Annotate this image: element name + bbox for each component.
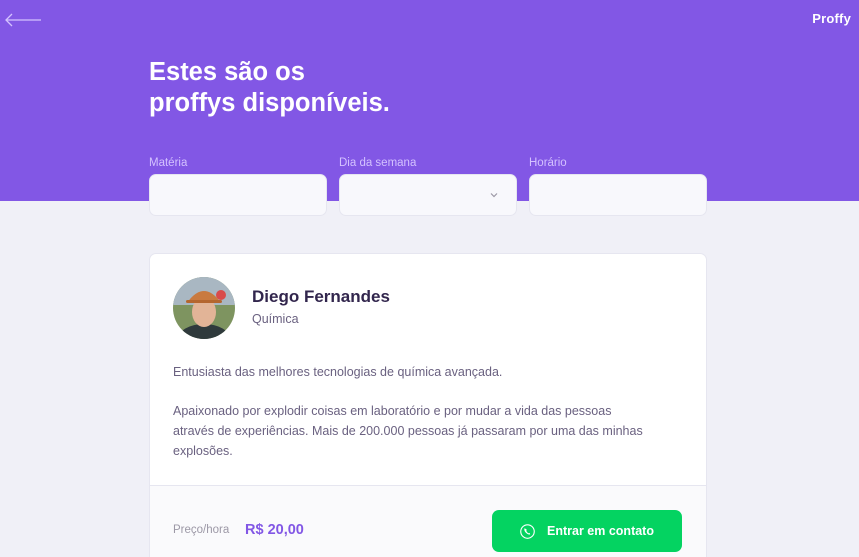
whatsapp-icon	[520, 523, 535, 539]
subject-filter: Matéria	[149, 157, 327, 216]
subject-input[interactable]	[149, 174, 327, 216]
price-value: R$ 20,00	[245, 522, 304, 538]
page-title: Estes são os proffys disponíveis.	[149, 57, 469, 119]
brand-logo: Proffy	[812, 11, 851, 26]
page-title-line-1: Estes são os	[149, 58, 305, 86]
contact-button-label: Entrar em contato	[547, 524, 654, 538]
weekday-filter-label: Dia da semana	[339, 157, 417, 169]
price-label: Preço/hora	[173, 524, 230, 536]
subject-filter-label: Matéria	[149, 157, 188, 169]
time-input[interactable]	[529, 174, 707, 216]
avatar	[173, 277, 235, 339]
time-filter-label: Horário	[529, 157, 567, 169]
teacher-name: Diego Fernandes	[252, 287, 390, 306]
chevron-down-icon	[490, 193, 498, 198]
teacher-card: Diego Fernandes Química Entusiasta das m…	[149, 253, 707, 557]
arrow-left-icon[interactable]	[4, 10, 42, 30]
time-filter: Horário	[529, 157, 707, 216]
weekday-filter: Dia da semana	[339, 157, 517, 216]
teacher-bio-paragraph-2: Apaixonado por explodir coisas em labora…	[173, 404, 643, 458]
weekday-select[interactable]	[339, 174, 517, 216]
card-footer: Preço/hora R$ 20,00 Entrar em contato	[150, 485, 706, 557]
contact-button[interactable]: Entrar em contato	[492, 510, 682, 552]
page-title-line-2: proffys disponíveis.	[149, 89, 390, 117]
teacher-subject: Química	[252, 312, 299, 326]
teacher-bio-paragraph-1: Entusiasta das melhores tecnologias de q…	[173, 365, 503, 379]
